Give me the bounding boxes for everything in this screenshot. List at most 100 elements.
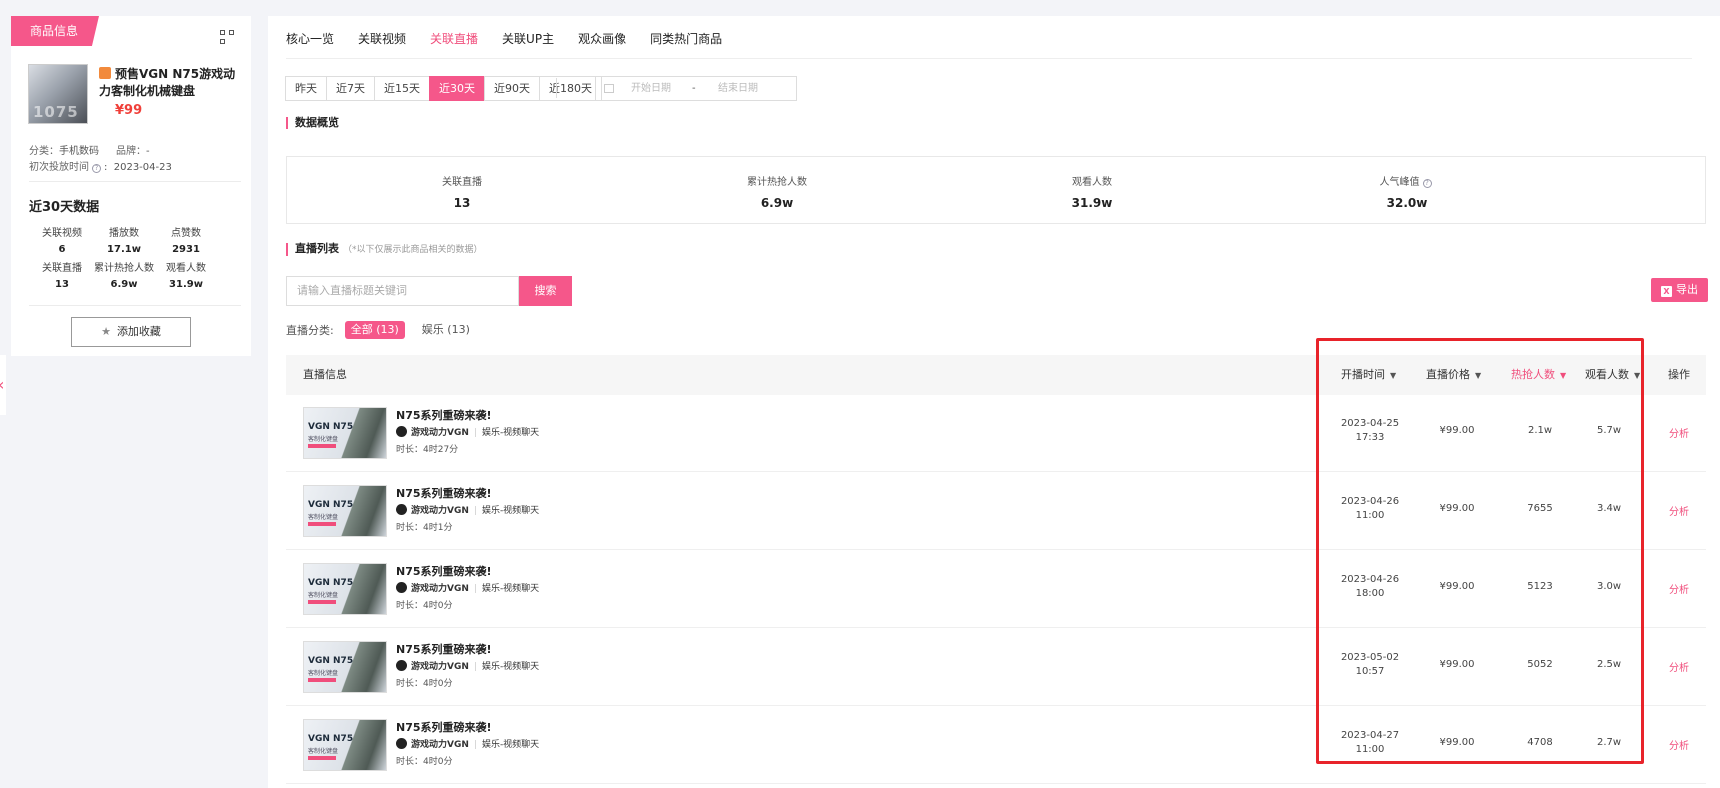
overview-viewers: 观看人数 31.9w [1071,177,1113,210]
live-search-input[interactable]: 请输入直播标题关键词 [286,276,519,306]
qrcode-icon[interactable] [220,30,234,44]
stat-hot-grab: 累计热抢人数 6.9w [94,263,154,290]
viewer-count: 3.4w [1596,503,1622,514]
live-title[interactable]: N75系列重磅来袭! [396,485,492,501]
live-title[interactable]: N75系列重磅来袭! [396,719,492,735]
product-price: ¥99 [115,103,143,118]
product-info-panel: 商品信息 预售VGN N75游戏动力客制化机械键盘gasket结... ¥99 … [11,16,251,356]
analyze-link[interactable]: 分析 [1659,581,1699,596]
avatar [396,660,407,671]
end-date-input[interactable]: 结束日期 [718,77,758,100]
col-live-price[interactable]: 直播价格 ▼ [1426,355,1481,396]
export-button[interactable]: X 导出 [1651,278,1708,302]
category-all[interactable]: 全部 (13) [344,321,405,339]
live-price: ¥99.00 [1439,659,1475,670]
hot-grab-count: 7655 [1527,503,1553,514]
product-info-tag: 商品信息 [11,16,99,46]
live-list-title: 直播列表 （*以下仅展示此商品相关的数据） [286,243,483,256]
stat-related-videos: 关联视频 6 [42,228,82,255]
live-title[interactable]: N75系列重磅来袭! [396,641,492,657]
live-host: 游戏动力VGN | 娱乐-视频聊天 [396,425,539,438]
start-time: 2023-04-27 11:00 [1340,730,1400,755]
overview-title: 数据概览 [286,117,339,129]
start-date-input[interactable]: 开始日期 [631,77,671,100]
live-host: 游戏动力VGN | 娱乐-视频聊天 [396,581,539,594]
hot-grab-count: 5052 [1527,659,1553,670]
tab-audience[interactable]: 观众画像 [578,30,626,61]
product-image [28,64,88,124]
live-duration: 时长：4时1分 [396,523,453,533]
tab-core-overview[interactable]: 核心一览 [286,30,334,61]
tabs-divider [286,58,1692,59]
avatar [396,504,407,515]
range-30d[interactable]: 近30天 [429,76,485,101]
analyze-link[interactable]: 分析 [1659,659,1699,674]
tab-similar-products[interactable]: 同类热门商品 [650,30,722,61]
table-row: VGN N75 客制化键盘 N75系列重磅来袭! 游戏动力VGN | 娱乐-视频聊天 时长：… [286,473,1706,550]
hot-grab-count: 5123 [1527,581,1553,592]
first-launch-time: 初次投放时间?: 2023-04-23 [29,162,172,173]
live-thumbnail[interactable]: VGN N75 客制化键盘 [303,641,387,693]
help-icon[interactable]: ? [1422,179,1432,188]
table-row: VGN N75 客制化键盘 N75系列重磅来袭! 游戏动力VGN | 娱乐-视频聊天 时长：… [286,707,1706,784]
analyze-link[interactable]: 分析 [1659,503,1699,518]
live-price: ¥99.00 [1439,581,1475,592]
live-price: ¥99.00 [1439,425,1475,436]
search-button[interactable]: 搜索 [519,276,572,306]
live-title[interactable]: N75系列重磅来袭! [396,563,492,579]
category-entertainment[interactable]: 娱乐 (13) [416,321,476,339]
col-hot-grab[interactable]: 热抢人数 ▼ [1511,355,1566,396]
live-duration: 时长：4时0分 [396,679,453,689]
range-yesterday[interactable]: 昨天 [285,76,327,101]
live-host: 游戏动力VGN | 娱乐-视频聊天 [396,503,539,516]
date-range-picker[interactable]: 开始日期 - 结束日期 [595,76,797,101]
analyze-link[interactable]: 分析 [1659,737,1699,752]
product-brand: 品牌：- [116,146,150,157]
avatar [396,738,407,749]
overview-card: 关联直播 13 累计热抢人数 6.9w 观看人数 31.9w 人气峰值? 32.0w [286,156,1706,224]
date-range-group: 昨天 近7天 近15天 近30天 近90天 近180天 [285,76,602,101]
tab-related-videos[interactable]: 关联视频 [358,30,406,61]
range-15d[interactable]: 近15天 [374,76,430,101]
help-icon[interactable]: ? [92,164,101,173]
excel-icon: X [1661,286,1672,297]
range-180d[interactable]: 近180天 [539,76,602,101]
tab-bar: 核心一览 关联视频 关联直播 关联UP主 观众画像 同类热门商品 [286,30,722,61]
range-90d[interactable]: 近90天 [484,76,540,101]
live-thumbnail[interactable]: VGN N75 客制化键盘 [303,485,387,537]
product-title[interactable]: 预售VGN N75游戏动力客制化机械键盘gasket结... [99,66,239,100]
stat-likes: 点赞数 2931 [171,228,201,255]
live-thumbnail[interactable]: VGN N75 客制化键盘 [303,407,387,459]
tab-related-lives[interactable]: 关联直播 [430,30,478,61]
overview-hot-grab: 累计热抢人数 6.9w [747,177,807,210]
avatar [396,582,407,593]
col-live-info: 直播信息 [303,368,347,381]
range-7d[interactable]: 近7天 [326,76,375,101]
table-row: VGN N75 客制化键盘 N75系列重磅来袭! 游戏动力VGN | 娱乐-视频聊天 时长：… [286,629,1706,706]
add-favorite-button[interactable]: ★ 添加收藏 [71,317,191,347]
live-thumbnail[interactable]: VGN N75 客制化键盘 [303,719,387,771]
col-start-time[interactable]: 开播时间 ▼ [1341,355,1396,396]
collapse-handle[interactable]: ‹ [0,355,6,415]
live-title[interactable]: N75系列重磅来袭! [396,407,492,423]
analyze-link[interactable]: 分析 [1659,425,1699,440]
avatar [396,426,407,437]
star-icon: ★ [101,325,111,338]
viewer-count: 2.7w [1596,737,1622,748]
divider [29,305,241,306]
tab-related-up[interactable]: 关联UP主 [502,30,554,61]
hot-grab-count: 2.1w [1527,425,1553,436]
table-row: VGN N75 客制化键盘 N75系列重磅来袭! 游戏动力VGN | 娱乐-视频聊天 时长：… [286,551,1706,628]
overview-related-lives: 关联直播 13 [442,177,482,210]
viewer-count: 2.5w [1596,659,1622,670]
hot-grab-count: 4708 [1527,737,1553,748]
live-host: 游戏动力VGN | 娱乐-视频聊天 [396,737,539,750]
sort-down-icon: ▼ [1475,371,1482,380]
live-thumbnail[interactable]: VGN N75 客制化键盘 [303,563,387,615]
stat-viewers: 观看人数 31.9w [166,263,206,290]
sort-down-icon: ▼ [1634,371,1641,380]
stat-related-lives: 关联直播 13 [42,263,82,290]
table-row: VGN N75 客制化键盘 N75系列重磅来袭! 游戏动力VGN | 娱乐-视频聊天 时长：… [286,395,1706,472]
start-time: 2023-05-02 10:57 [1340,652,1400,677]
col-viewers[interactable]: 观看人数 ▼ [1585,355,1640,396]
